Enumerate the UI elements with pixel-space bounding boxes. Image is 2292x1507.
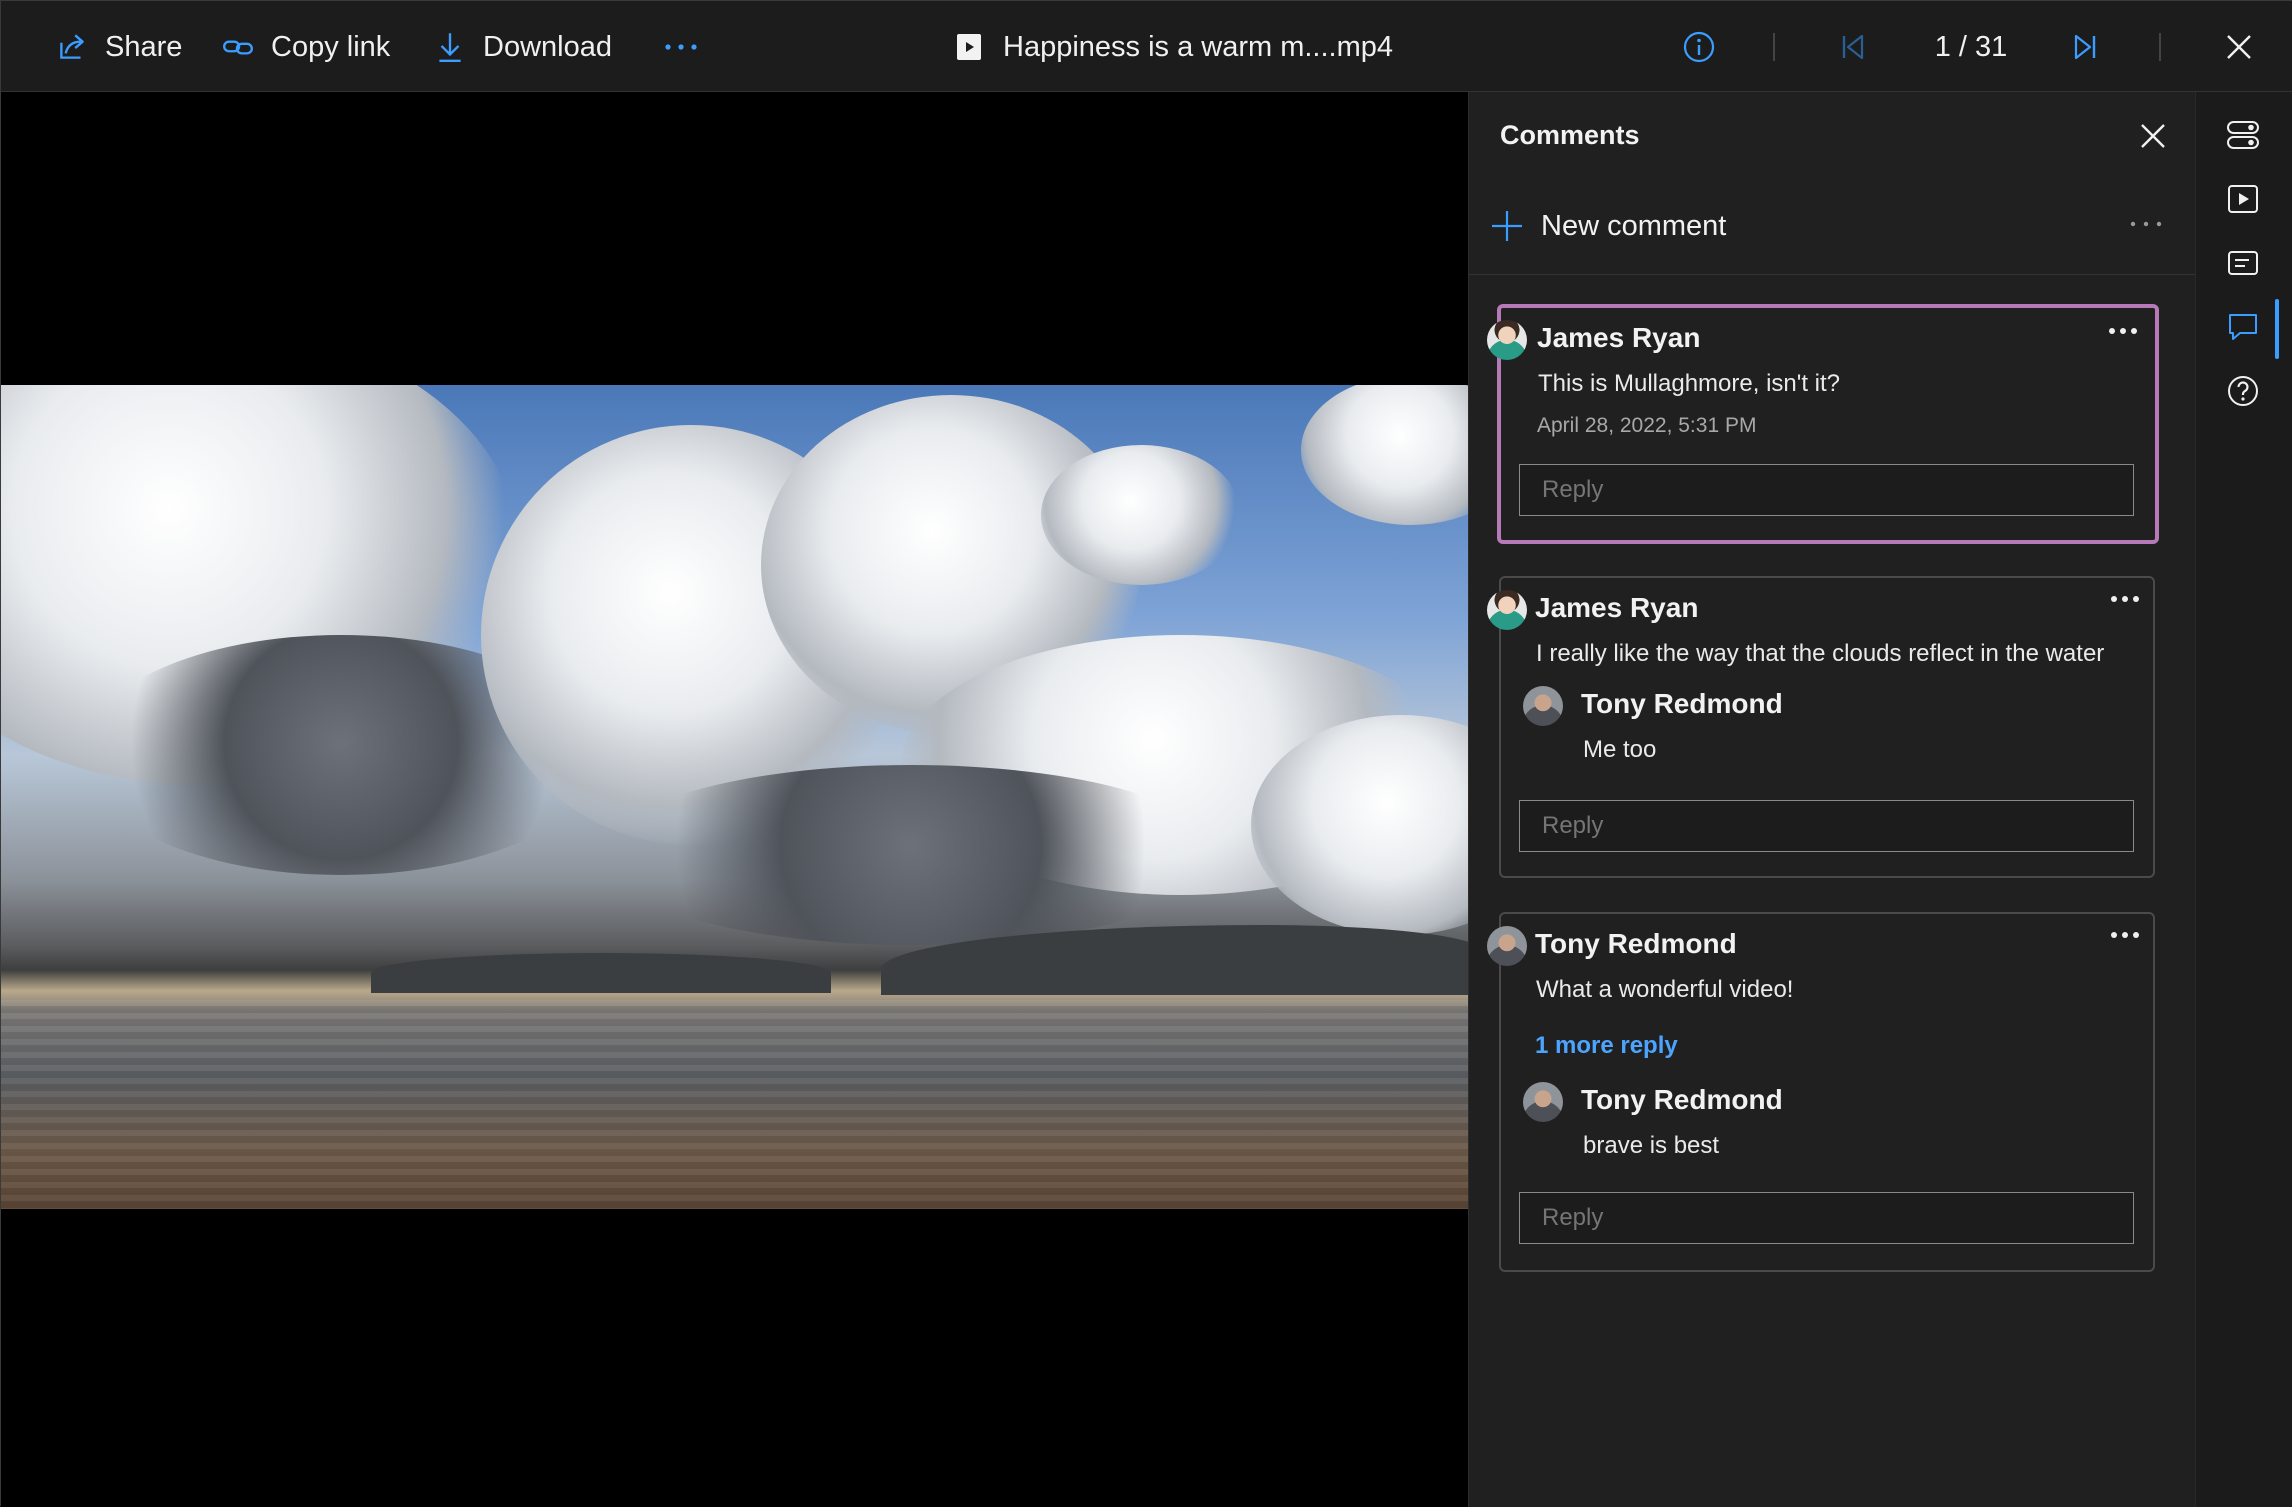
info-icon xyxy=(1683,31,1715,63)
file-name: Happiness is a warm m....mp4 xyxy=(1003,30,1394,63)
plus-icon xyxy=(1492,211,1522,241)
divider xyxy=(1469,274,2196,275)
info-button[interactable] xyxy=(1679,27,1719,67)
help-button[interactable] xyxy=(2218,366,2268,416)
comment-thread[interactable]: Tony Redmond What a wonderful video! 1 m… xyxy=(1487,912,2155,1272)
reply-text: Me too xyxy=(1583,736,1657,763)
avatar xyxy=(1487,590,1527,630)
media-viewer-window: Share Copy link Download Happiness is a … xyxy=(0,0,2292,1507)
more-icon xyxy=(2109,328,2137,334)
play-icon xyxy=(2228,185,2258,213)
close-viewer-button[interactable] xyxy=(2219,27,2259,67)
transcript-icon xyxy=(2228,251,2258,275)
play-panel-button[interactable] xyxy=(2218,174,2268,224)
share-label: Share xyxy=(105,30,183,63)
copy-link-button[interactable]: Copy link xyxy=(221,23,390,71)
comment-thread[interactable]: James Ryan I really like the way that th… xyxy=(1487,576,2155,878)
comments-more-button[interactable] xyxy=(2121,204,2171,244)
more-icon xyxy=(2111,932,2139,938)
toolbar-divider xyxy=(2159,33,2161,61)
toolbar: Share Copy link Download Happiness is a … xyxy=(1,1,2292,92)
comment-more-button[interactable] xyxy=(2103,920,2147,950)
first-item-button[interactable] xyxy=(1833,27,1873,67)
close-icon xyxy=(2141,124,2165,148)
copy-link-label: Copy link xyxy=(271,30,391,63)
file-title: Happiness is a warm m....mp4 xyxy=(957,23,1393,71)
last-item-icon xyxy=(2074,34,2096,60)
more-replies-link[interactable]: 1 more reply xyxy=(1535,1032,1678,1060)
avatar xyxy=(1487,926,1527,966)
first-item-icon xyxy=(1842,34,1864,60)
comment-text: What a wonderful video! xyxy=(1536,976,1794,1003)
reply-input[interactable] xyxy=(1519,800,2134,852)
comment-text: I really like the way that the clouds re… xyxy=(1536,640,2105,667)
avatar xyxy=(1523,686,1563,726)
avatar xyxy=(1523,1082,1563,1122)
comments-pane: Comments New comment James Ryan This is … xyxy=(1468,92,2196,1507)
comment-author: Tony Redmond xyxy=(1535,928,1737,959)
comments-title: Comments xyxy=(1500,120,1640,150)
last-item-button[interactable] xyxy=(2065,27,2105,67)
toggle-icon xyxy=(2227,121,2259,149)
share-icon xyxy=(60,34,84,59)
more-icon xyxy=(2111,596,2139,602)
link-icon xyxy=(223,40,253,55)
cloud-shape xyxy=(1301,385,1468,525)
comment-icon xyxy=(2229,314,2257,340)
close-icon xyxy=(2227,35,2251,59)
new-comment-label: New comment xyxy=(1541,209,1727,242)
transcript-button[interactable] xyxy=(2218,238,2268,288)
close-comments-button[interactable] xyxy=(2131,114,2175,158)
video-frame xyxy=(1,385,1468,1209)
reply-author: Tony Redmond xyxy=(1581,688,1783,719)
cloud-shape xyxy=(601,765,1221,945)
reply-input[interactable] xyxy=(1519,464,2134,516)
comment-more-button[interactable] xyxy=(2101,316,2145,346)
reply-author: Tony Redmond xyxy=(1581,1084,1783,1115)
reply-input[interactable] xyxy=(1519,1192,2134,1244)
more-icon xyxy=(665,44,697,50)
share-button[interactable]: Share xyxy=(55,23,182,71)
download-button[interactable]: Download xyxy=(433,23,612,71)
comment-timestamp: April 28, 2022, 5:31 PM xyxy=(1537,414,1757,437)
comment-author: James Ryan xyxy=(1537,322,1701,353)
reply-text: brave is best xyxy=(1583,1132,1720,1159)
video-file-icon xyxy=(957,34,981,60)
comment-more-button[interactable] xyxy=(2103,584,2147,614)
avatar xyxy=(1487,320,1527,360)
cloud-shape xyxy=(1041,445,1241,585)
more-icon xyxy=(2130,221,2162,227)
mountain-shape xyxy=(371,953,831,993)
video-player[interactable] xyxy=(1,92,1468,1507)
more-options-button[interactable] xyxy=(661,23,701,71)
details-toggle-button[interactable] xyxy=(2218,110,2268,160)
new-comment-button[interactable]: New comment xyxy=(1489,202,1726,250)
download-icon xyxy=(439,33,461,62)
comment-thread[interactable]: James Ryan This is Mullaghmore, isn't it… xyxy=(1487,304,2159,544)
active-tab-indicator xyxy=(2275,299,2279,359)
download-label: Download xyxy=(483,30,612,63)
pager: 1 / 31 xyxy=(1934,30,2008,63)
comments-button[interactable] xyxy=(2218,302,2268,352)
help-icon xyxy=(2228,376,2258,406)
water-reflection xyxy=(1,1000,1468,1209)
comment-text: This is Mullaghmore, isn't it? xyxy=(1538,370,1841,397)
comment-author: James Ryan xyxy=(1535,592,1699,623)
toolbar-divider xyxy=(1773,33,1775,61)
